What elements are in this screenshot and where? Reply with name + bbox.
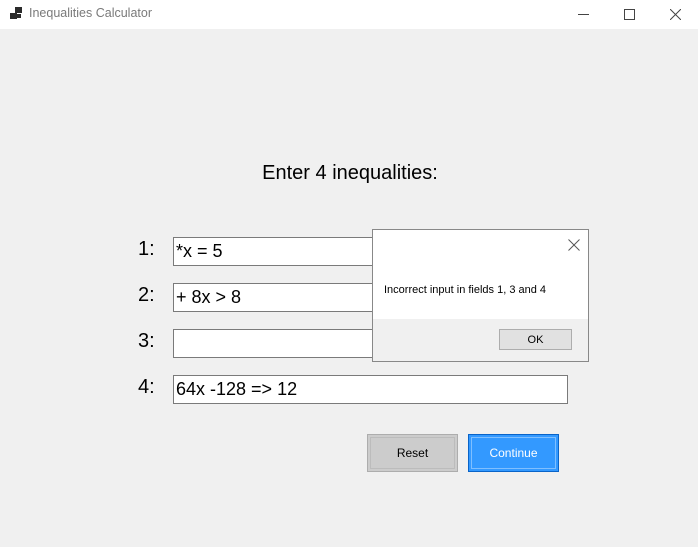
row-label-4: 4:	[138, 376, 155, 398]
app-icon	[10, 7, 22, 19]
minimize-icon	[577, 14, 589, 15]
close-button[interactable]	[652, 0, 698, 29]
row-label-3: 3:	[138, 330, 155, 352]
maximize-button[interactable]	[606, 0, 652, 29]
dialog-close-icon[interactable]	[567, 238, 581, 252]
row-label-1: 1:	[138, 238, 155, 260]
continue-button[interactable]: Continue	[468, 434, 559, 472]
reset-button[interactable]: Reset	[367, 434, 458, 472]
minimize-button[interactable]	[560, 0, 606, 29]
page-heading: Enter 4 inequalities:	[262, 162, 438, 184]
error-dialog: Incorrect input in fields 1, 3 and 4 OK	[372, 229, 589, 362]
maximize-icon	[623, 9, 635, 20]
inequality-input-4[interactable]: 64x -128 => 12	[173, 375, 568, 404]
dialog-message: Incorrect input in fields 1, 3 and 4	[384, 284, 547, 296]
ok-button[interactable]: OK	[499, 329, 572, 350]
title-bar[interactable]: Inequalities Calculator	[0, 0, 698, 29]
dialog-footer: OK	[373, 319, 588, 361]
close-icon	[669, 9, 681, 20]
window-title: Inequalities Calculator	[29, 6, 152, 20]
row-label-2: 2:	[138, 284, 155, 306]
